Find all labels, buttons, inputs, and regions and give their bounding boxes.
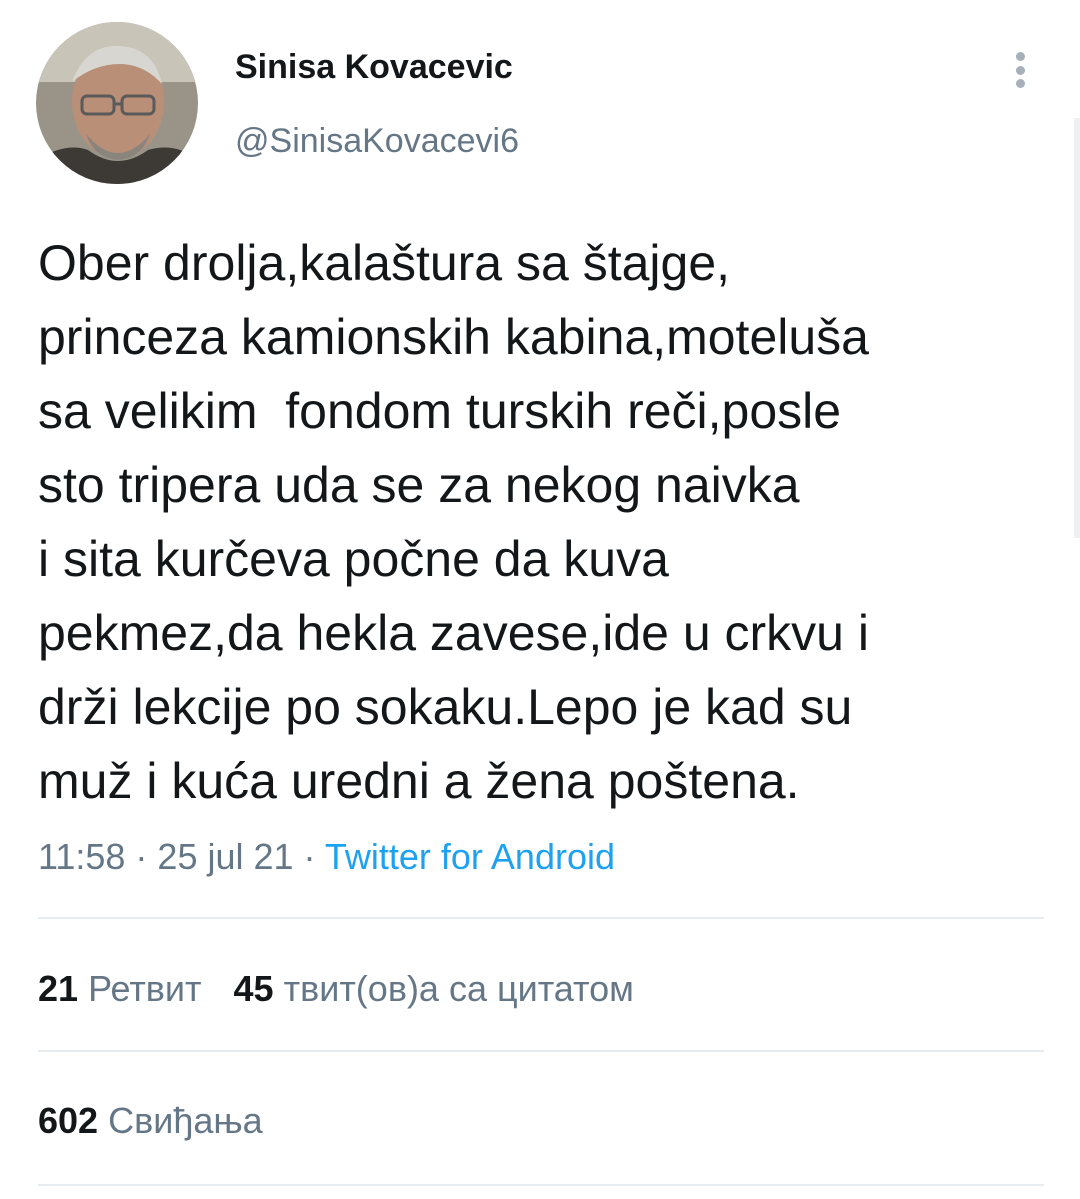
author-display-name[interactable]: Sinisa Kovacevic — [235, 48, 513, 87]
meta-separator: · — [293, 836, 325, 877]
tweet-source-link[interactable]: Twitter for Android — [325, 836, 615, 877]
retweets-count: 21 — [38, 968, 79, 1009]
retweets-label: Ретвит — [88, 968, 202, 1009]
scrollbar[interactable] — [1074, 118, 1080, 538]
meta-separator: · — [125, 836, 158, 877]
retweets-stat[interactable]: 21 Ретвит — [38, 968, 202, 1009]
divider — [38, 1050, 1044, 1052]
quotes-label: твит(ов)а са цитатом — [283, 968, 634, 1009]
tweet-time[interactable]: 11:58 — [38, 836, 125, 877]
divider — [38, 917, 1044, 919]
avatar-image — [36, 22, 198, 184]
more-options-button[interactable] — [1000, 46, 1040, 94]
likes-count: 602 — [38, 1100, 99, 1141]
tweet-date[interactable]: 25 jul 21 — [157, 836, 293, 877]
avatar[interactable] — [36, 22, 198, 184]
likes-stat[interactable]: 602 Свиђања — [38, 1100, 263, 1142]
likes-label: Свиђања — [108, 1100, 263, 1141]
author-handle[interactable]: @SinisaKovacevi6 — [235, 122, 519, 161]
quotes-stat[interactable]: 45 твит(ов)а са цитатом — [234, 968, 634, 1009]
retweet-quote-stats: 21 Ретвит 45 твит(ов)а са цитатом — [38, 968, 634, 1010]
tweet-text: Ober drolja,kalaštura sa štajge, princez… — [38, 235, 869, 809]
divider — [38, 1184, 1044, 1186]
more-vertical-icon — [1015, 52, 1025, 88]
quotes-count: 45 — [233, 968, 274, 1009]
tweet-meta: 11:58 · 25 jul 21 · Twitter for Android — [38, 836, 615, 878]
